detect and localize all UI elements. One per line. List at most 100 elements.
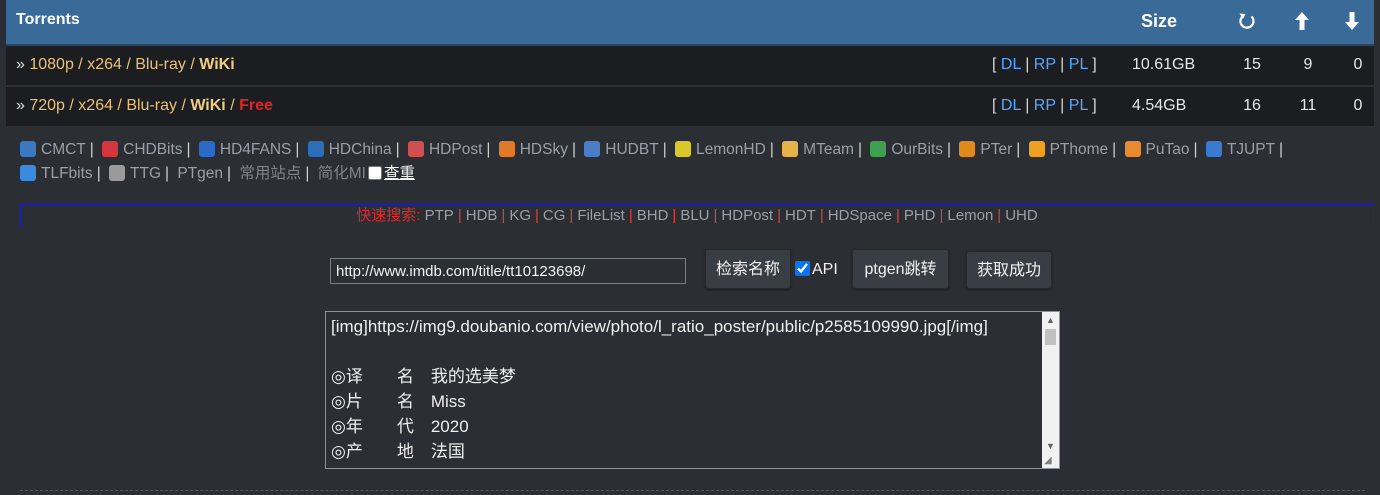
site-link-putao[interactable]: PuTao (1124, 141, 1190, 158)
row-arrow: » (16, 97, 25, 114)
scroll-thumb[interactable] (1045, 329, 1056, 345)
separator: | (395, 141, 400, 158)
site-link-tjupt[interactable]: TJUPT (1205, 141, 1275, 158)
site-link-label[interactable]: CMCT (41, 141, 86, 158)
site-link-hd4fans[interactable]: HD4FANS (198, 141, 292, 158)
quick-search-ptp[interactable]: PTP (425, 207, 454, 224)
site-link-ourbits[interactable]: OurBits (870, 141, 943, 158)
refresh-icon[interactable] (1237, 10, 1257, 32)
ourbits-icon (870, 141, 887, 157)
separator: | (89, 141, 94, 158)
site-link-label[interactable]: HUDBT (605, 141, 658, 158)
api-toggle[interactable]: API (795, 261, 838, 279)
scroll-down-icon[interactable]: ▼ (1042, 438, 1059, 454)
rp-link[interactable]: RP (1034, 97, 1056, 114)
site-link-常用站点[interactable]: 常用站点 (239, 165, 301, 182)
quick-search-hdt[interactable]: HDT (785, 207, 816, 224)
quick-search-hdspace[interactable]: HDSpace (828, 207, 892, 224)
pl-link[interactable]: PL (1069, 56, 1088, 73)
site-link-hdsky[interactable]: HDSky (498, 141, 568, 158)
quick-search-phd[interactable]: PHD (904, 207, 936, 224)
site-link-hdpost[interactable]: HDPost (407, 141, 482, 158)
hdchina-icon (307, 141, 324, 157)
site-link-hudbt[interactable]: HUDBT (584, 141, 659, 158)
quick-search-bhd[interactable]: BHD (637, 207, 669, 224)
quick-search-uhd[interactable]: UHD (1005, 207, 1038, 224)
site-link-label[interactable]: HDPost (429, 141, 482, 158)
site-link-label[interactable]: HDChina (329, 141, 392, 158)
search-name-button[interactable]: 检索名称 (705, 249, 791, 289)
imdb-url-input[interactable] (330, 258, 686, 284)
header-title: Torrents (16, 11, 80, 28)
site-link-label[interactable]: 简化MI (318, 165, 366, 182)
site-link-ptgen[interactable]: PTgen (177, 165, 223, 182)
site-link-pter[interactable]: PTer (959, 141, 1012, 158)
site-link-label[interactable]: CHDBits (123, 141, 182, 158)
dupe-check-checkbox[interactable] (367, 166, 382, 180)
site-link-label[interactable]: HD4FANS (220, 141, 292, 158)
tjupt-icon (1205, 141, 1222, 157)
textarea-scrollbar[interactable]: ▲ ▼ (1042, 312, 1059, 468)
torrent-title-text[interactable]: 720p / x264 / Blu-ray / (29, 97, 190, 114)
rp-link[interactable]: RP (1034, 56, 1056, 73)
site-link-pthome[interactable]: PThome (1028, 141, 1109, 158)
table-row[interactable]: » 720p / x264 / Blu-ray / WiKi / Free [ … (6, 87, 1374, 128)
site-link-lemonhd[interactable]: LemonHD (675, 141, 766, 158)
dl-link[interactable]: DL (1001, 56, 1021, 73)
separator: | (165, 165, 170, 182)
quick-search-lemon[interactable]: Lemon (947, 207, 993, 224)
site-link-label[interactable]: LemonHD (696, 141, 766, 158)
site-link-label[interactable]: PThome (1050, 141, 1109, 158)
torrent-title-text[interactable]: 1080p / x264 / Blu-ray / (29, 56, 199, 73)
torrent-title[interactable]: » 720p / x264 / Blu-ray / WiKi / Free (16, 97, 273, 115)
site-link-label[interactable]: MTeam (803, 141, 854, 158)
site-link-chdbits[interactable]: CHDBits (102, 141, 183, 158)
ptgen-jump-button[interactable]: ptgen跳转 (852, 249, 949, 289)
separator: | (628, 207, 633, 224)
site-link-label[interactable]: 常用站点 (239, 165, 301, 182)
fetch-status-button[interactable]: 获取成功 (966, 251, 1052, 289)
seeders-count: 9 (1303, 56, 1313, 73)
separator: | (501, 207, 506, 224)
separator: | (713, 207, 718, 224)
site-link-label[interactable]: HDSky (520, 141, 568, 158)
resize-grip-icon[interactable]: ◢ (1044, 455, 1058, 467)
arrow-down-icon[interactable] (1342, 10, 1362, 32)
dupe-check-label[interactable]: 查重 (384, 165, 415, 182)
site-link-label[interactable]: TLFbits (41, 165, 93, 182)
torrent-size: 4.54GB (1132, 97, 1187, 114)
site-link-ttg[interactable]: TTG (109, 165, 161, 182)
quick-search-cg[interactable]: CG (543, 207, 566, 224)
dl-link[interactable]: DL (1001, 97, 1021, 114)
pl-link[interactable]: PL (1069, 97, 1088, 114)
site-link-hdchina[interactable]: HDChina (307, 141, 392, 158)
separator: | (895, 207, 900, 224)
description-textarea[interactable]: [img]https://img9.doubanio.com/view/phot… (325, 311, 1060, 469)
quick-search-hdpost[interactable]: HDPost (721, 207, 773, 224)
site-link-label[interactable]: OurBits (891, 141, 943, 158)
site-link-mteam[interactable]: MTeam (782, 141, 854, 158)
site-link-label[interactable]: TTG (130, 165, 161, 182)
quick-search-kg[interactable]: KG (509, 207, 531, 224)
site-link-label[interactable]: PTer (980, 141, 1012, 158)
site-link-label[interactable]: TJUPT (1227, 141, 1275, 158)
quick-search-filelist[interactable]: FileList (577, 207, 625, 224)
separator: | (569, 207, 574, 224)
description-text[interactable]: [img]https://img9.doubanio.com/view/phot… (331, 314, 1036, 464)
site-link-cmct[interactable]: CMCT (20, 141, 86, 158)
scroll-up-icon[interactable]: ▲ (1042, 312, 1059, 328)
arrow-up-icon[interactable] (1292, 10, 1312, 32)
site-link-简化mi[interactable]: 简化MI (318, 165, 366, 182)
separator: | (997, 207, 1002, 224)
site-link-tlfbits[interactable]: TLFbits (20, 165, 93, 182)
quick-search-hdb[interactable]: HDB (466, 207, 498, 224)
table-header: Torrents Size (6, 0, 1374, 46)
quick-search-blu[interactable]: BLU (680, 207, 709, 224)
table-row[interactable]: » 1080p / x264 / Blu-ray / WiKi [ DL | R… (6, 46, 1374, 87)
site-link-label[interactable]: PTgen (177, 165, 223, 182)
torrent-title[interactable]: » 1080p / x264 / Blu-ray / WiKi (16, 56, 235, 74)
header-size[interactable]: Size (1141, 11, 1177, 32)
site-link-label[interactable]: PuTao (1146, 141, 1190, 158)
api-checkbox[interactable] (795, 261, 810, 276)
separator: | (457, 207, 462, 224)
